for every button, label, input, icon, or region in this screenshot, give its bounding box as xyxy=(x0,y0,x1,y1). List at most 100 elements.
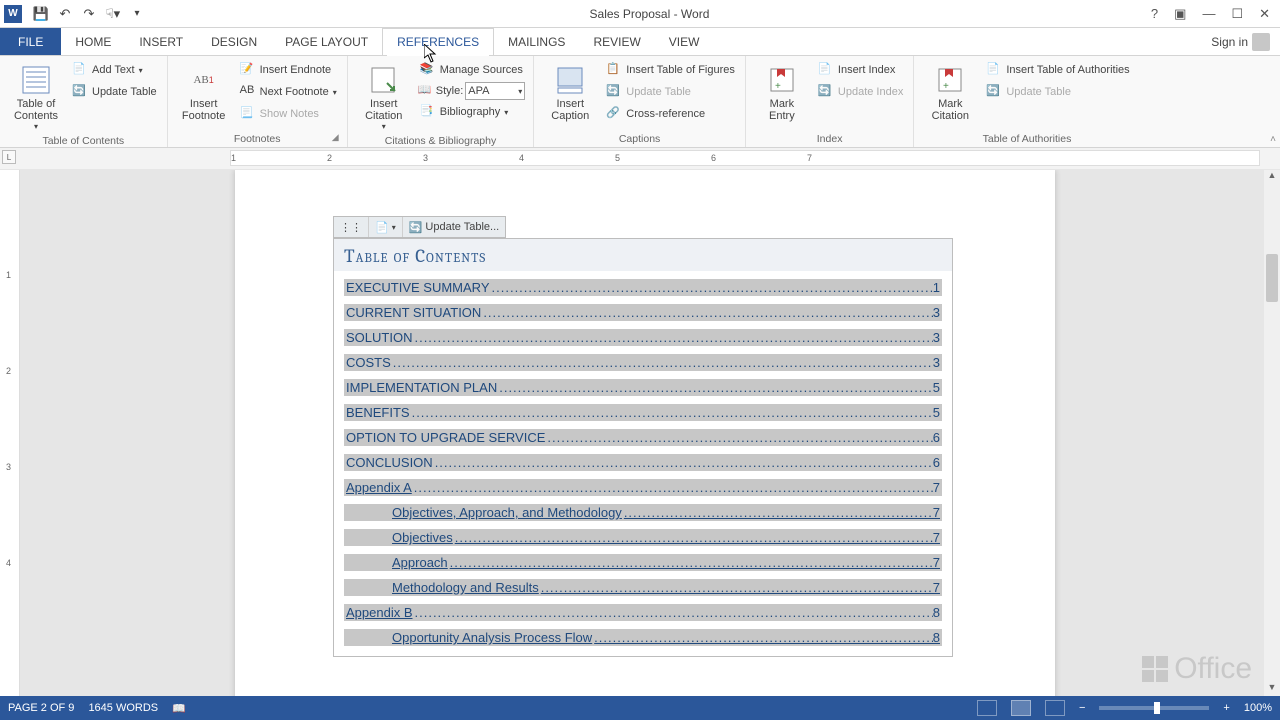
tab-mailings[interactable]: MAILINGS xyxy=(494,28,579,55)
toc-options-button[interactable]: 📄▾ xyxy=(369,217,403,237)
zoom-level[interactable]: 100% xyxy=(1244,702,1272,714)
ruler-tick: 6 xyxy=(711,153,716,163)
scroll-up-icon[interactable]: ▲ xyxy=(1266,170,1278,184)
document-viewport[interactable]: ⋮⋮ 📄▾ 🔄Update Table... Table of Contents… xyxy=(20,170,1280,696)
toc-entry[interactable]: Opportunity Analysis Process Flow.......… xyxy=(344,629,942,646)
redo-icon[interactable]: ↷ xyxy=(78,3,100,25)
tab-selector[interactable]: L xyxy=(2,150,16,164)
group-label-citations: Citations & Bibliography xyxy=(356,133,526,149)
add-text-button[interactable]: 📄Add Text▾ xyxy=(70,60,159,80)
insert-citation-button[interactable]: Insert Citation ▾ xyxy=(356,60,412,133)
insert-endnote-button[interactable]: 📝Insert Endnote xyxy=(238,60,339,80)
toc-entry[interactable]: CURRENT SITUATION.......................… xyxy=(344,304,942,321)
next-footnote-button[interactable]: ABNext Footnote▾ xyxy=(238,82,339,102)
grip-icon: ⋮⋮ xyxy=(340,221,362,234)
toc-entry[interactable]: Objectives, Approach, and Methodology...… xyxy=(344,504,942,521)
mark-citation-button[interactable]: + Mark Citation xyxy=(922,60,978,124)
footnotes-dialog-launcher[interactable]: ◢ xyxy=(332,132,344,144)
toc-entry-page: 7 xyxy=(933,555,940,570)
insert-toa-button[interactable]: 📄Insert Table of Authorities xyxy=(984,60,1131,80)
table-of-contents-button[interactable]: Table of Contents ▾ xyxy=(8,60,64,133)
update-toa-button: 🔄Update Table xyxy=(984,82,1131,102)
toc-entry[interactable]: OPTION TO UPGRADE SERVICE...............… xyxy=(344,429,942,446)
toc-entry-text: SOLUTION xyxy=(346,330,412,345)
update-table-button[interactable]: 🔄Update Table xyxy=(70,82,159,102)
avatar-icon xyxy=(1252,33,1270,51)
toc-entry[interactable]: SOLUTION................................… xyxy=(344,329,942,346)
window-title: Sales Proposal - Word xyxy=(148,7,1151,21)
toc-leader-dots: ........................................… xyxy=(413,605,933,620)
undo-icon[interactable]: ↶ xyxy=(54,3,76,25)
touch-mode-icon[interactable]: ☟▾ xyxy=(102,3,124,25)
proofing-icon[interactable]: 📖 xyxy=(172,702,186,715)
insert-index-button[interactable]: 📄Insert Index xyxy=(816,60,905,80)
toc-entry[interactable]: COSTS...................................… xyxy=(344,354,942,371)
toc-entry[interactable]: Methodology and Results.................… xyxy=(344,579,942,596)
collapse-ribbon-icon[interactable]: ˄ xyxy=(1270,134,1276,145)
tab-page-layout[interactable]: PAGE LAYOUT xyxy=(271,28,382,55)
cross-reference-button[interactable]: 🔗Cross-reference xyxy=(604,104,737,124)
style-select[interactable]: APA▾ xyxy=(465,82,525,100)
web-layout-button[interactable] xyxy=(1045,700,1065,716)
toc-entry-text: Objectives, Approach, and Methodology xyxy=(392,505,622,520)
manage-sources-button[interactable]: 📚Manage Sources xyxy=(418,60,526,80)
toc-field[interactable]: Table of Contents EXECUTIVE SUMMARY.....… xyxy=(333,238,953,657)
toc-handle[interactable]: ⋮⋮ xyxy=(334,217,369,237)
scroll-down-icon[interactable]: ▼ xyxy=(1266,682,1278,696)
zoom-in-button[interactable]: + xyxy=(1223,702,1229,714)
toc-update-button[interactable]: 🔄Update Table... xyxy=(403,217,506,237)
mark-entry-button[interactable]: + Mark Entry xyxy=(754,60,810,124)
sign-in-link[interactable]: Sign in xyxy=(1201,28,1280,55)
tab-insert[interactable]: INSERT xyxy=(125,28,197,55)
tab-home[interactable]: HOME xyxy=(61,28,125,55)
zoom-out-button[interactable]: − xyxy=(1079,702,1085,714)
tab-review[interactable]: REVIEW xyxy=(579,28,654,55)
toc-entry-text: Objectives xyxy=(392,530,453,545)
mark-entry-label: Mark Entry xyxy=(756,98,808,122)
tab-references[interactable]: REFERENCES xyxy=(382,28,494,55)
title-bar: W 💾 ↶ ↷ ☟▾ ▾ Sales Proposal - Word ? ▣ —… xyxy=(0,0,1280,28)
insert-caption-button[interactable]: Insert Caption xyxy=(542,60,598,124)
toc-entry[interactable]: BENEFITS................................… xyxy=(344,404,942,421)
toc-entry-page: 6 xyxy=(933,430,940,445)
toc-entry[interactable]: EXECUTIVE SUMMARY.......................… xyxy=(344,279,942,296)
toc-entry[interactable]: Approach................................… xyxy=(344,554,942,571)
toc-entry[interactable]: CONCLUSION..............................… xyxy=(344,454,942,471)
scroll-thumb[interactable] xyxy=(1266,254,1278,302)
svg-text:+: + xyxy=(943,81,949,92)
read-mode-button[interactable] xyxy=(977,700,997,716)
help-icon[interactable]: ? xyxy=(1151,6,1158,22)
update-toa-icon: 🔄 xyxy=(986,84,1002,100)
ribbon-display-icon[interactable]: ▣ xyxy=(1174,6,1186,22)
close-icon[interactable]: ✕ xyxy=(1259,6,1270,22)
toa-icon: 📄 xyxy=(986,62,1002,78)
word-count[interactable]: 1645 WORDS xyxy=(88,702,158,714)
toc-entry[interactable]: Appendix B..............................… xyxy=(344,604,942,621)
toc-entry[interactable]: IMPLEMENTATION PLAN.....................… xyxy=(344,379,942,396)
bibliography-icon: 📑 xyxy=(420,104,436,120)
toc-update-label: Update Table... xyxy=(425,221,499,233)
horizontal-ruler[interactable]: 1 2 3 4 5 6 7 xyxy=(230,150,1260,166)
vertical-ruler[interactable]: 1 2 3 4 xyxy=(0,170,20,696)
group-index: + Mark Entry 📄Insert Index 🔄Update Index… xyxy=(746,56,914,147)
tab-view[interactable]: VIEW xyxy=(655,28,714,55)
vruler-tick: 2 xyxy=(6,366,11,376)
toc-entry[interactable]: Objectives..............................… xyxy=(344,529,942,546)
vertical-scrollbar[interactable]: ▲ ▼ xyxy=(1264,170,1280,696)
insert-table-of-figures-button[interactable]: 📋Insert Table of Figures xyxy=(604,60,737,80)
maximize-icon[interactable]: ☐ xyxy=(1231,6,1243,22)
tab-file[interactable]: FILE xyxy=(0,28,61,55)
tab-design[interactable]: DESIGN xyxy=(197,28,271,55)
insert-footnote-button[interactable]: AB1 Insert Footnote xyxy=(176,60,232,124)
toc-entry-text: CURRENT SITUATION xyxy=(346,305,481,320)
bibliography-button[interactable]: 📑Bibliography▾ xyxy=(418,102,526,122)
figures-label: Insert Table of Figures xyxy=(626,64,735,76)
ruler-tick: 1 xyxy=(231,153,236,163)
page-indicator[interactable]: PAGE 2 OF 9 xyxy=(8,702,74,714)
zoom-slider[interactable] xyxy=(1099,706,1209,710)
print-layout-button[interactable] xyxy=(1011,700,1031,716)
minimize-icon[interactable]: — xyxy=(1202,6,1215,22)
qat-customize-icon[interactable]: ▾ xyxy=(126,3,148,25)
toc-entry[interactable]: Appendix A..............................… xyxy=(344,479,942,496)
save-icon[interactable]: 💾 xyxy=(30,3,52,25)
